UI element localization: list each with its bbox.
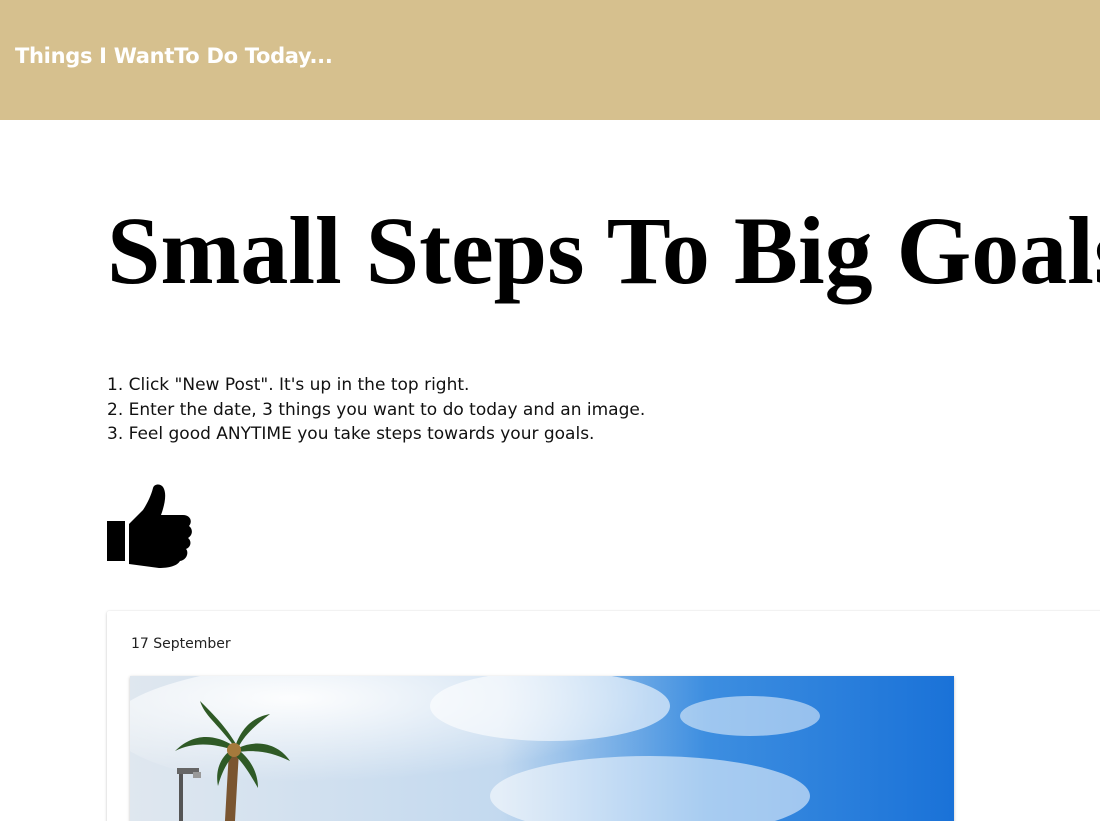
instruction-item: 3. Feel good ANYTIME you take steps towa…	[107, 424, 595, 444]
page-headline: Small Steps To Big Goals	[107, 197, 1100, 304]
instruction-item: 2. Enter the date, 3 things you want to …	[107, 399, 646, 420]
thumbs-up-icon	[107, 484, 193, 570]
post-image[interactable]	[130, 676, 954, 821]
app-title[interactable]: Things I WantTo Do Today...	[15, 44, 333, 68]
app-bar: Things I WantTo Do Today...	[0, 0, 1100, 120]
instruction-item: 1. Click "New Post". It's up in the top …	[107, 375, 470, 395]
post-card[interactable]: 17 September	[107, 611, 1100, 821]
post-date: 17 September	[131, 636, 231, 652]
instructions-list: 1. Click "New Post". It's up in the top …	[107, 373, 645, 447]
